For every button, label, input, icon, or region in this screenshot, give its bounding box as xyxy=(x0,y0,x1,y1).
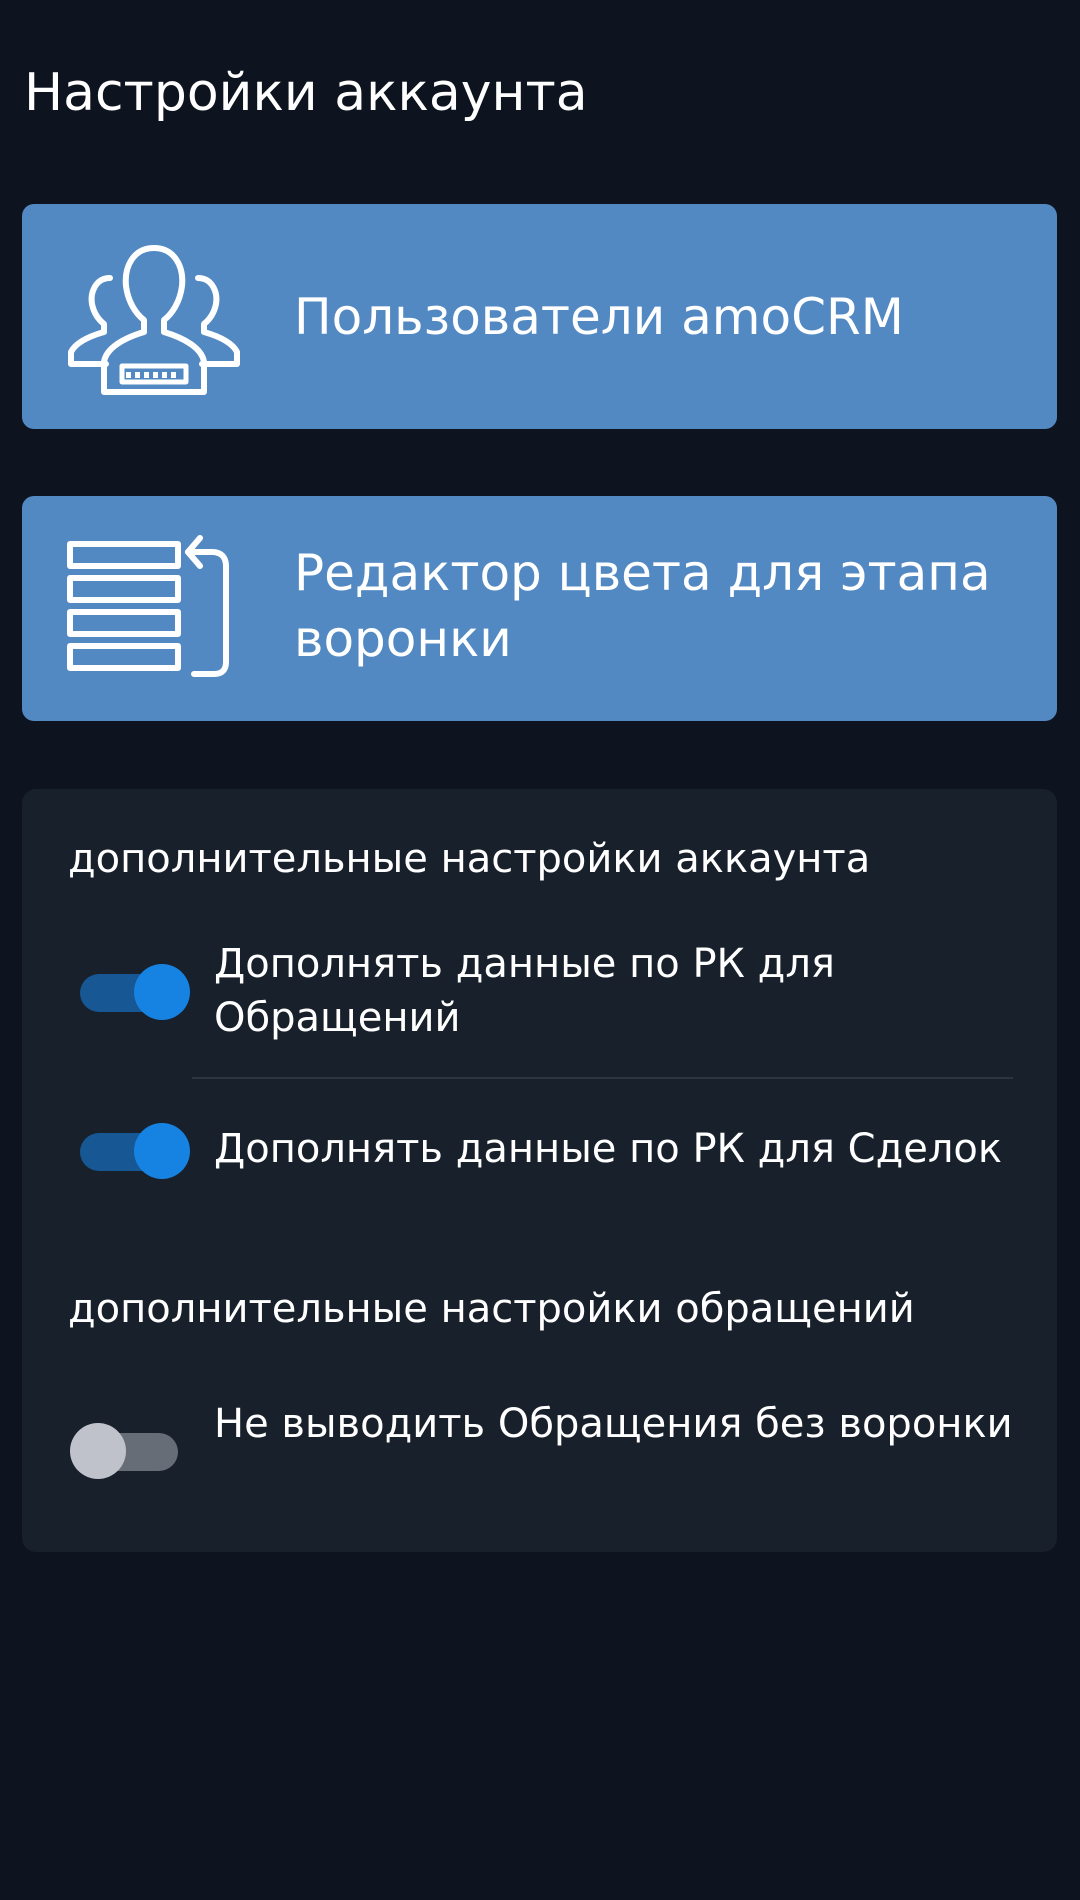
settings-divider xyxy=(192,1077,1013,1079)
setting-row-enrich-requests: Дополнять данные по РК для Обращений xyxy=(22,937,1057,1047)
additional-settings-panel: дополнительные настройки аккаунта Дополн… xyxy=(22,789,1057,1552)
page-title: Настройки аккаунта xyxy=(24,63,588,123)
toggle-thumb xyxy=(70,1423,126,1479)
requests-settings-heading: дополнительные настройки обращений xyxy=(68,1286,915,1332)
users-group-icon xyxy=(68,245,240,395)
setting-label-hide-requests-without-pipeline: Не выводить Обращения без воронки xyxy=(214,1401,1013,1447)
account-settings-heading: дополнительные настройки аккаунта xyxy=(68,836,871,882)
toggle-thumb xyxy=(134,964,190,1020)
pipeline-stage-color-editor-label: Редактор цвета для этапа воронки xyxy=(294,544,991,668)
setting-row-hide-requests-without-pipeline: Не выводить Обращения без воронки xyxy=(22,1397,1057,1507)
amocrm-users-card[interactable]: Пользователи amoCRM xyxy=(22,204,1057,429)
pipeline-stage-color-editor-card[interactable]: Редактор цвета для этапа воронки xyxy=(22,496,1057,721)
setting-label-enrich-requests: Дополнять данные по РК для Обращений xyxy=(214,941,835,1041)
list-reorder-icon xyxy=(67,535,229,677)
setting-label-enrich-deals: Дополнять данные по РК для Сделок xyxy=(214,1126,1003,1172)
amocrm-users-label: Пользователи amoCRM xyxy=(294,288,904,346)
toggle-enrich-deals[interactable] xyxy=(80,1123,190,1179)
toggle-hide-requests-without-pipeline[interactable] xyxy=(70,1423,180,1479)
toggle-enrich-requests[interactable] xyxy=(80,964,190,1020)
toggle-thumb xyxy=(134,1123,190,1179)
setting-row-enrich-deals: Дополнять данные по РК для Сделок xyxy=(22,1119,1057,1179)
